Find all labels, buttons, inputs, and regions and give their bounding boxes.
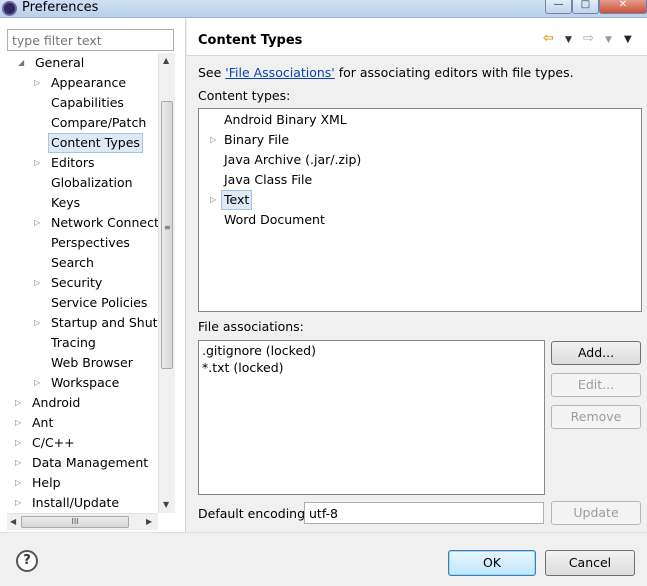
collapsed-triangle-icon[interactable]: ▷ <box>210 130 216 150</box>
preference-page: Content Types ⇦ ▼ ⇨ ▼ ▼ See 'File Associ… <box>187 18 647 532</box>
tree-item-compare-patch[interactable]: Compare/Patch <box>48 113 149 133</box>
dialog-footer: ? OK Cancel <box>0 532 647 586</box>
collapsed-triangle-icon[interactable]: ▷ <box>34 373 40 393</box>
file-associations-label: File associations: <box>198 319 304 334</box>
content-type-item[interactable]: Java Archive (.jar/.zip) <box>224 150 361 170</box>
tree-item-capabilities[interactable]: Capabilities <box>48 93 127 113</box>
filter-input[interactable] <box>7 29 174 51</box>
back-arrow-icon[interactable]: ⇦ <box>543 31 554 46</box>
close-button[interactable]: ✕ <box>599 0 647 14</box>
content-type-item[interactable]: ▷ Binary File <box>210 130 289 150</box>
collapsed-triangle-icon[interactable]: ▷ <box>34 213 40 233</box>
forward-arrow-icon[interactable]: ⇨ <box>583 31 594 46</box>
tree-item-install-update[interactable]: ▷ Install/Update <box>15 493 122 513</box>
tree-horizontal-scrollbar[interactable]: ◀ III ▶ <box>7 513 158 530</box>
tree-item-ant[interactable]: ▷ Ant <box>15 413 56 433</box>
tree-item-workspace[interactable]: ▷ Workspace <box>34 373 122 393</box>
content-type-item[interactable]: Java Class File <box>224 170 312 190</box>
expanded-triangle-icon[interactable]: ◢ <box>18 53 24 73</box>
content-type-item[interactable]: Word Document <box>224 210 325 230</box>
tree-item-editors[interactable]: ▷ Editors <box>34 153 98 173</box>
page-title: Content Types <box>198 33 303 48</box>
tree-item-android[interactable]: ▷ Android <box>15 393 83 413</box>
collapsed-triangle-icon[interactable]: ▷ <box>34 153 40 173</box>
tree-item-data-management[interactable]: ▷ Data Management <box>15 453 151 473</box>
minimize-button[interactable]: — <box>545 0 572 14</box>
collapsed-triangle-icon[interactable]: ▷ <box>210 190 216 210</box>
file-associations-hint: See 'File Associations' for associating … <box>198 65 574 80</box>
scroll-left-arrow-icon[interactable]: ◀ <box>10 517 16 526</box>
ok-button[interactable]: OK <box>448 550 536 576</box>
tree-item-c-cpp[interactable]: ▷ C/C++ <box>15 433 78 453</box>
vertical-scroll-thumb[interactable]: ≡ <box>161 101 173 369</box>
tree-item-keys[interactable]: Keys <box>48 193 83 213</box>
remove-button[interactable]: Remove <box>551 405 641 429</box>
scroll-down-arrow-icon[interactable]: ▼ <box>163 500 169 509</box>
edit-button[interactable]: Edit... <box>551 373 641 397</box>
collapsed-triangle-icon[interactable]: ▷ <box>15 453 21 473</box>
file-associations-list[interactable]: .gitignore (locked) *.txt (locked) <box>198 340 545 495</box>
tree-item-general[interactable]: ◢ General <box>18 53 87 73</box>
collapsed-triangle-icon[interactable]: ▷ <box>15 493 21 513</box>
default-encoding-input[interactable] <box>304 502 544 524</box>
update-button[interactable]: Update <box>551 501 641 525</box>
tree-item-appearance[interactable]: ▷ Appearance <box>34 73 129 93</box>
horizontal-scroll-thumb[interactable]: III <box>21 516 129 528</box>
content-types-label: Content types: <box>198 88 291 103</box>
tree-item-content-types[interactable]: Content Types <box>48 133 143 153</box>
scroll-up-arrow-icon[interactable]: ▲ <box>163 56 169 65</box>
collapsed-triangle-icon[interactable]: ▷ <box>15 473 21 493</box>
collapsed-triangle-icon[interactable]: ▷ <box>34 313 40 333</box>
tree-item-tracing[interactable]: Tracing <box>48 333 99 353</box>
tree-item-service-policies[interactable]: Service Policies <box>48 293 150 313</box>
tree-item-search[interactable]: Search <box>48 253 97 273</box>
scroll-right-arrow-icon[interactable]: ▶ <box>146 517 152 526</box>
add-button[interactable]: Add... <box>551 341 641 365</box>
content-type-item-selected[interactable]: ▷ Text <box>210 190 253 210</box>
preferences-tree-panel: ◢ General ▷ Appearance Capabilities Comp… <box>0 18 186 532</box>
eclipse-icon <box>2 1 17 16</box>
tree-item-help[interactable]: ▷ Help <box>15 473 64 493</box>
cancel-button[interactable]: Cancel <box>545 550 635 576</box>
default-encoding-label: Default encoding: <box>198 506 310 521</box>
tree-vertical-scrollbar[interactable]: ▲ ≡ ▼ <box>158 53 175 513</box>
list-item[interactable]: *.txt (locked) <box>202 359 284 376</box>
collapsed-triangle-icon[interactable]: ▷ <box>15 433 21 453</box>
page-header: Content Types ⇦ ▼ ⇨ ▼ ▼ <box>187 18 647 56</box>
maximize-button[interactable]: □ <box>572 0 599 14</box>
list-item[interactable]: .gitignore (locked) <box>202 342 316 359</box>
tree-item-startup-shutdown[interactable]: ▷ Startup and Shutd <box>34 313 160 333</box>
content-types-tree[interactable]: Android Binary XML ▷ Binary File Java Ar… <box>198 108 642 312</box>
help-icon[interactable]: ? <box>16 550 38 572</box>
collapsed-triangle-icon[interactable]: ▷ <box>34 273 40 293</box>
grip-icon: ≡ <box>164 223 171 232</box>
collapsed-triangle-icon[interactable]: ▷ <box>15 413 21 433</box>
content-type-item[interactable]: Android Binary XML <box>224 110 347 130</box>
file-associations-link[interactable]: 'File Associations' <box>225 65 334 80</box>
tree-item-web-browser[interactable]: Web Browser <box>48 353 136 373</box>
title-bar: Preferences — □ ✕ <box>0 0 647 18</box>
tree-item-security[interactable]: ▷ Security <box>34 273 105 293</box>
tree-item-network-connections[interactable]: ▷ Network Connectio <box>34 213 160 233</box>
forward-dropdown-icon[interactable]: ▼ <box>605 35 612 45</box>
collapsed-triangle-icon[interactable]: ▷ <box>15 393 21 413</box>
tree-item-globalization[interactable]: Globalization <box>48 173 136 193</box>
preferences-tree: ◢ General ▷ Appearance Capabilities Comp… <box>0 53 160 513</box>
collapsed-triangle-icon[interactable]: ▷ <box>34 73 40 93</box>
back-dropdown-icon[interactable]: ▼ <box>565 35 572 45</box>
view-menu-icon[interactable]: ▼ <box>624 34 632 45</box>
window-title: Preferences <box>22 0 99 15</box>
tree-item-perspectives[interactable]: Perspectives <box>48 233 133 253</box>
